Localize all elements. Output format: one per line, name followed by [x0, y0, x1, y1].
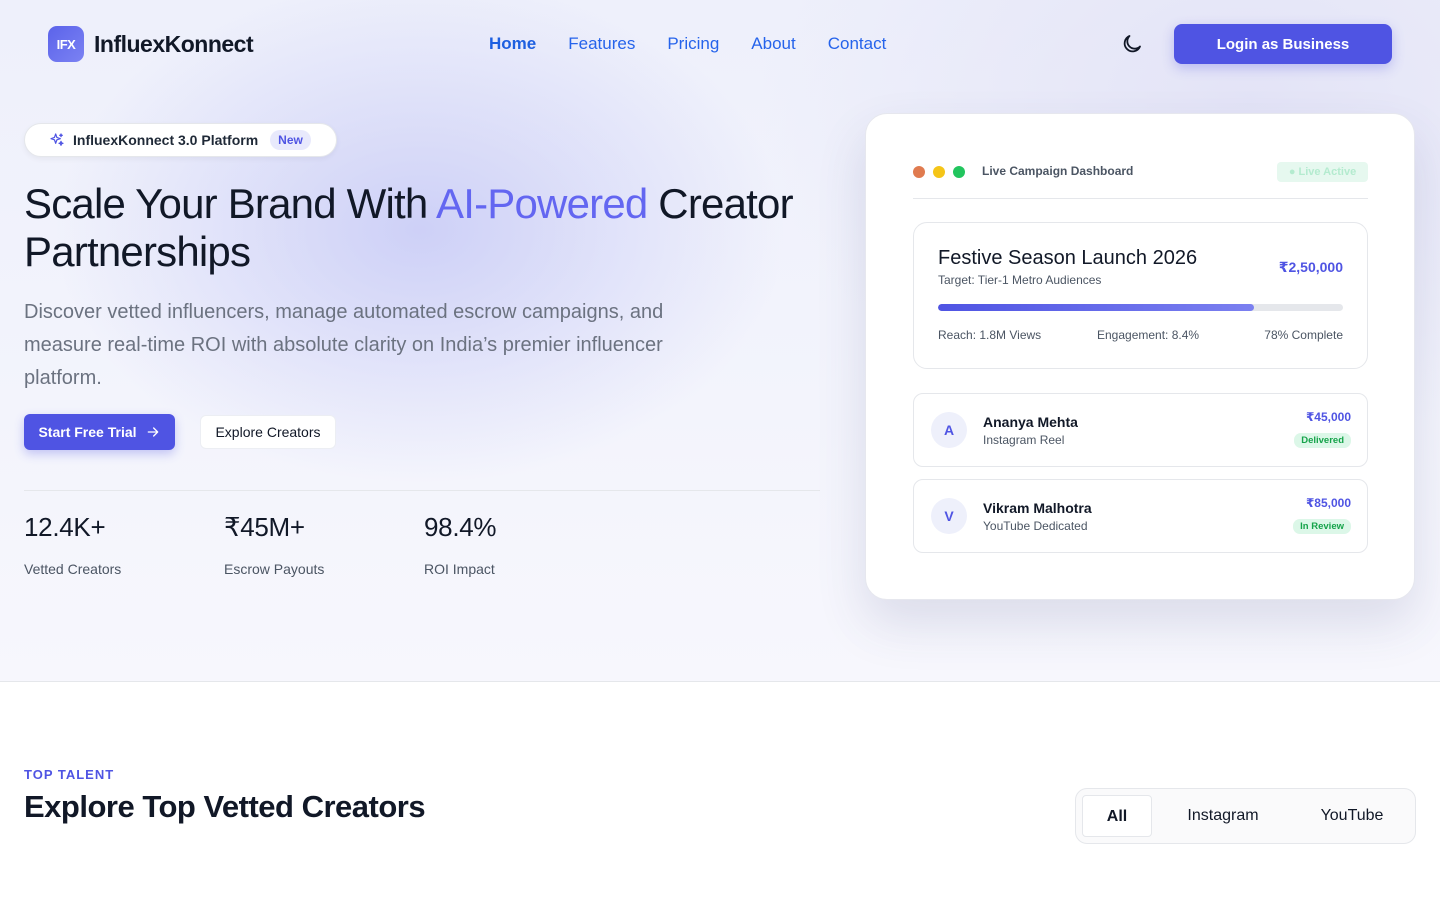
avatar: V: [931, 498, 967, 534]
stat-label: Escrow Payouts: [224, 561, 325, 577]
campaign-dashboard-card: Live Campaign Dashboard ● Live Active Fe…: [865, 113, 1415, 600]
status-badge: In Review: [1293, 519, 1351, 534]
dashboard-title: Live Campaign Dashboard: [982, 164, 1134, 178]
brand-name: InfluexKonnect: [94, 30, 254, 57]
login-business-button[interactable]: Login as Business: [1174, 24, 1392, 64]
stat-label: ROI Impact: [424, 561, 495, 577]
dot-yellow: [933, 166, 945, 178]
arrow-right-icon: [147, 427, 158, 437]
sparkle-icon: [50, 133, 64, 146]
dashboard-divider: [913, 198, 1368, 199]
creator-amount: ₹85,000: [1305, 496, 1351, 510]
logo-mark: IFX: [48, 26, 84, 62]
moon-icon[interactable]: [1120, 32, 1144, 56]
campaign-reach: Reach: 1.8M Views: [938, 328, 1042, 342]
tab-instagram[interactable]: Instagram: [1168, 795, 1278, 837]
campaign-progress-bar: [938, 304, 1343, 311]
stat-value: ₹45M+: [224, 512, 305, 542]
campaign-target: Target: Tier-1 Metro Audiences: [938, 273, 1102, 287]
campaign-card[interactable]: Festive Season Launch 2026 Target: Tier-…: [913, 222, 1368, 369]
hero-headline: Scale Your Brand With AI-Powered Creator…: [24, 180, 844, 276]
hero-subtext: Discover vetted influencers, manage auto…: [24, 301, 664, 389]
campaign-engagement: Engagement: 8.4%: [1097, 328, 1200, 342]
main-nav: Home Features Pricing About Contact: [489, 34, 886, 54]
badge-text: InfluexKonnect 3.0 Platform: [73, 132, 259, 148]
stat-creators: 12.4K+ Vetted Creators: [24, 512, 121, 577]
nav-about[interactable]: About: [751, 34, 795, 54]
platform-badge: InfluexKonnect 3.0 Platform New: [24, 123, 337, 157]
status-badge: Delivered: [1294, 433, 1351, 448]
nav-home[interactable]: Home: [489, 34, 536, 54]
stat-value: 98.4%: [424, 512, 497, 542]
stat-value: 12.4K+: [24, 512, 106, 542]
creator-row[interactable]: A Ananya Mehta Instagram Reel ₹45,000 De…: [913, 393, 1368, 467]
nav-features[interactable]: Features: [568, 34, 635, 54]
dot-green: [953, 166, 965, 178]
tab-all[interactable]: All: [1082, 795, 1152, 837]
stat-roi: 98.4% ROI Impact: [424, 512, 497, 577]
headline-start: Scale Your Brand With: [24, 180, 436, 227]
creator-name: Vikram Malhotra: [983, 500, 1092, 516]
nav-pricing[interactable]: Pricing: [667, 34, 719, 54]
start-trial-label: Start Free Trial: [38, 424, 137, 440]
campaign-budget: ₹2,50,000: [1278, 259, 1343, 275]
stats-divider: [24, 490, 820, 491]
tab-youtube[interactable]: YouTube: [1298, 795, 1406, 837]
start-trial-button[interactable]: Start Free Trial: [24, 414, 175, 450]
stat-payouts: ₹45M+ Escrow Payouts: [224, 512, 324, 577]
explore-creators-button[interactable]: Explore Creators: [200, 415, 336, 449]
campaign-complete: 78% Complete: [1264, 328, 1343, 342]
section-eyebrow: TOP TALENT: [24, 767, 115, 782]
progress-fill: [938, 304, 1254, 311]
creator-row[interactable]: V Vikram Malhotra YouTube Dedicated ₹85,…: [913, 479, 1368, 553]
platform-filter-tabs: All Instagram YouTube: [1075, 788, 1416, 844]
brand-logo[interactable]: IFX InfluexKonnect: [48, 26, 254, 62]
avatar: A: [931, 412, 967, 448]
stat-label: Vetted Creators: [24, 561, 122, 577]
creator-amount: ₹45,000: [1305, 410, 1351, 424]
creator-name: Ananya Mehta: [983, 414, 1078, 430]
live-status-badge: ● Live Active: [1277, 162, 1368, 182]
section-title: Explore Top Vetted Creators: [24, 789, 426, 824]
creator-content-type: Instagram Reel: [983, 433, 1065, 447]
new-badge: New: [270, 130, 311, 150]
campaign-title: Festive Season Launch 2026: [938, 247, 1198, 269]
window-dots: [913, 166, 965, 178]
nav-contact[interactable]: Contact: [828, 34, 887, 54]
dot-red: [913, 166, 925, 178]
creator-content-type: YouTube Dedicated: [983, 519, 1088, 533]
headline-accent: AI-Powered: [436, 180, 648, 227]
